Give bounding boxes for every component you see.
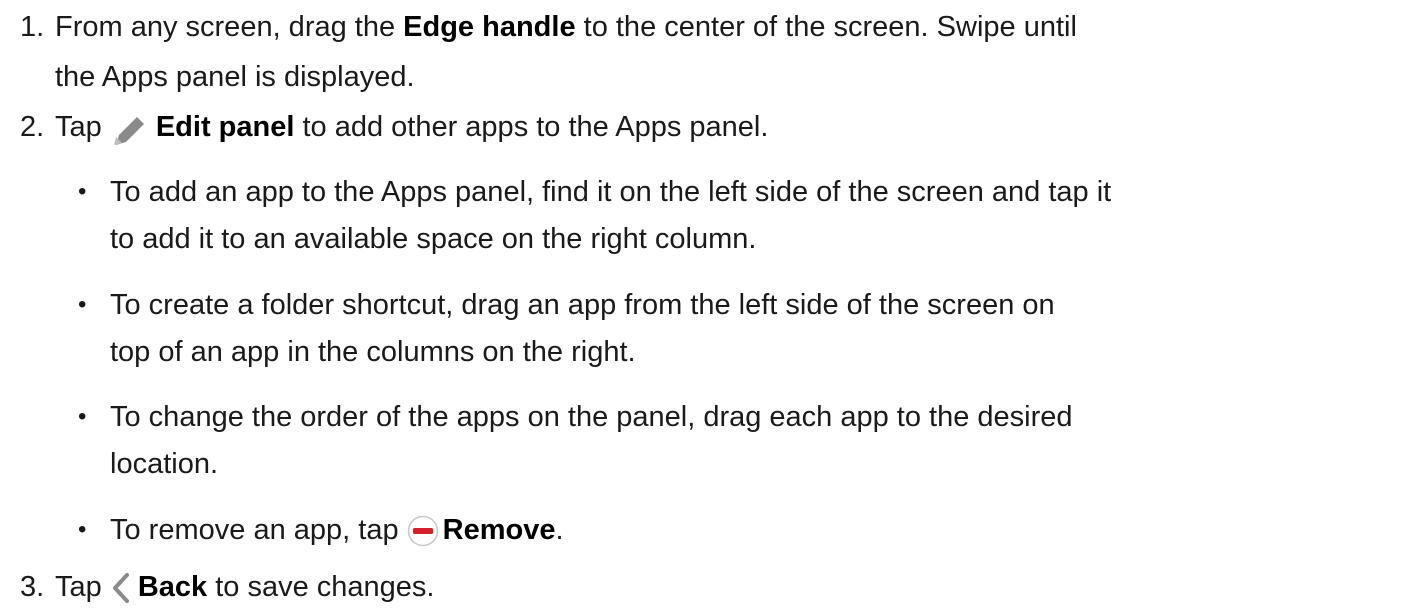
edit-panel-label: Edit panel — [155, 111, 295, 143]
remove-minus-icon — [407, 515, 439, 547]
step-number: 3. — [20, 571, 45, 603]
remove-label: Remove — [442, 514, 556, 546]
bullet-dot: • — [78, 291, 87, 318]
step-2-text: Tap Edit panel to add other apps to the … — [55, 110, 768, 146]
step-1-line-2: the Apps panel is displayed. — [55, 61, 415, 93]
edge-handle-label: Edge handle — [403, 11, 576, 43]
step-3-text: Tap Back to save changes. — [55, 571, 435, 604]
bullet-1-line-2: to add it to an available space on the r… — [110, 223, 757, 255]
pencil-edit-icon — [110, 111, 150, 146]
chevron-left-back-icon — [110, 572, 132, 604]
bullet-3-line-2: location. — [110, 448, 219, 480]
back-label: Back — [137, 571, 208, 603]
bullet-dot: • — [78, 403, 87, 430]
bullet-4-text: To remove an app, tap Remove. — [110, 514, 564, 547]
bullet-2-line-2: top of an app in the columns on the righ… — [110, 336, 636, 368]
step-1-text: From any screen, drag the Edge handle to… — [55, 11, 1077, 43]
bullet-dot: • — [78, 516, 87, 543]
step-number: 1. — [20, 11, 45, 43]
bullet-dot: • — [78, 178, 87, 205]
step-number: 2. — [20, 111, 45, 143]
